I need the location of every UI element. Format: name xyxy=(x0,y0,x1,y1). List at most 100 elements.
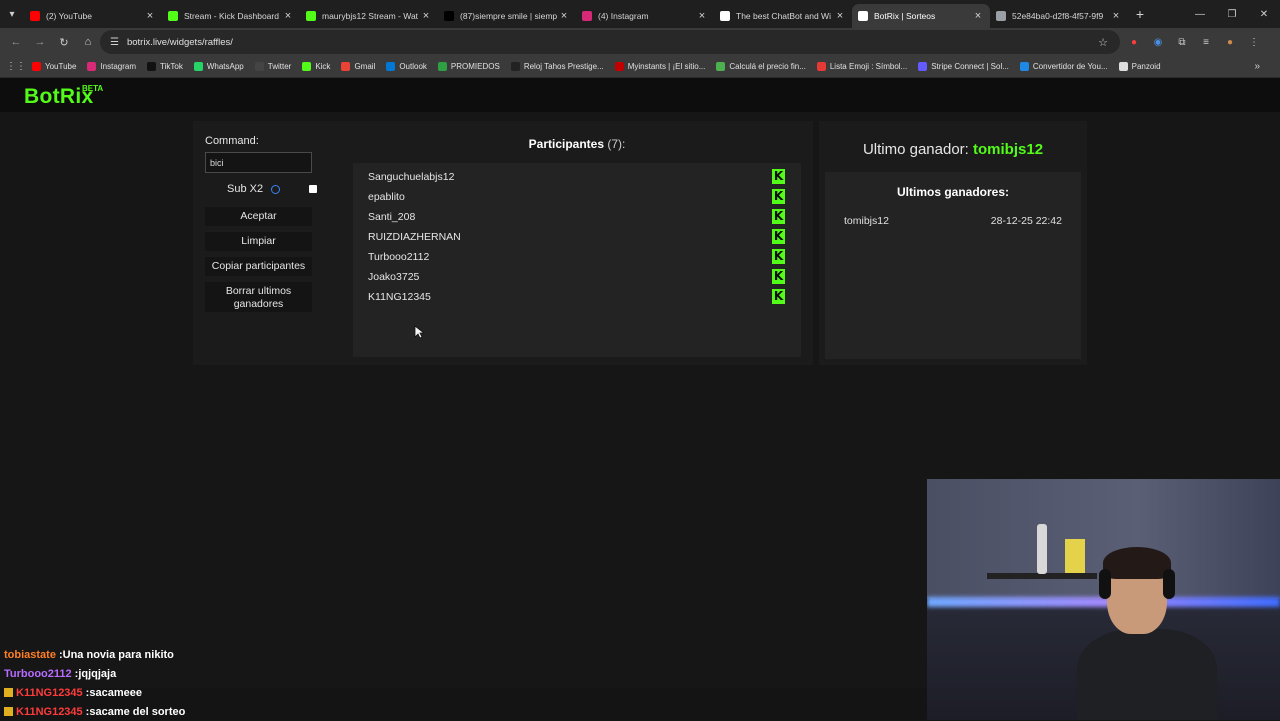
chat-username: K11NG12345 xyxy=(16,705,83,718)
browser-menu-icon[interactable]: ⋮ xyxy=(1246,34,1262,50)
bookmark-favicon-icon xyxy=(147,62,157,71)
bookmark-item[interactable]: Lista Emoji : Símbol... xyxy=(816,62,908,71)
bookmark-label: Twitter xyxy=(267,62,292,71)
participants-count: (7): xyxy=(607,137,626,151)
reading-list-icon[interactable]: ≡ xyxy=(1198,34,1214,50)
tab-favicon-icon xyxy=(30,11,40,21)
raffle-panel: Command: Sub X2 Aceptar Limpiar Copiar p… xyxy=(193,121,813,365)
bookmark-label: Outlook xyxy=(399,62,427,71)
bookmark-favicon-icon xyxy=(918,62,928,71)
tab-close-icon[interactable]: × xyxy=(282,10,294,22)
bookmark-label: Lista Emoji : Símbol... xyxy=(829,62,908,71)
browser-tab[interactable]: (4) Instagram × xyxy=(576,4,714,28)
chat-message: Turbooo2112: jqjqjaja xyxy=(0,664,280,683)
tab-search-icon[interactable]: ▾ xyxy=(0,0,24,28)
address-bar[interactable]: ☰ botrix.live/widgets/raffles/ ☆ xyxy=(100,30,1120,54)
tab-close-icon[interactable]: × xyxy=(696,10,708,22)
browser-tab[interactable]: (87)siempre smile | siemp × xyxy=(438,4,576,28)
minimize-icon[interactable]: — xyxy=(1184,0,1216,28)
bookmark-item[interactable]: Panzoid xyxy=(1118,62,1161,71)
chat-text: sacameee xyxy=(89,686,142,699)
bookmark-item[interactable]: YouTube xyxy=(32,62,76,71)
delete-winners-button[interactable]: Borrar ultimos ganadores xyxy=(205,282,312,312)
tab-close-icon[interactable]: × xyxy=(420,10,432,22)
bookmark-item[interactable]: Twitter xyxy=(254,62,292,71)
tab-close-icon[interactable]: × xyxy=(1110,10,1122,22)
restore-icon[interactable]: ❐ xyxy=(1216,0,1248,28)
profile-avatar-icon[interactable]: ● xyxy=(1222,34,1238,50)
bookmark-favicon-icon xyxy=(254,62,264,71)
tab-favicon-icon xyxy=(996,11,1006,21)
participant-row: Santi_208 K xyxy=(353,208,801,228)
browser-tab[interactable]: maurybjs12 Stream - Wat × xyxy=(300,4,438,28)
sub-x2-checkbox[interactable] xyxy=(309,185,317,193)
close-window-icon[interactable]: ✕ xyxy=(1248,0,1280,28)
copy-participants-button[interactable]: Copiar participantes xyxy=(205,257,312,276)
command-label: Command: xyxy=(205,135,259,147)
new-tab-button[interactable]: + xyxy=(1128,6,1152,22)
webcam-headset-right xyxy=(1163,569,1175,599)
browser-tab[interactable]: BotRix | Sorteos × xyxy=(852,4,990,28)
bookmark-item[interactable]: Convertidor de You... xyxy=(1019,62,1108,71)
bookmark-favicon-icon xyxy=(32,62,41,71)
bookmark-item[interactable]: Calculá el precio fin... xyxy=(716,62,806,71)
browser-tab[interactable]: Stream - Kick Dashboard × xyxy=(162,4,300,28)
browser-toolbar: ← → ↻ ⌂ ☰ botrix.live/widgets/raffles/ ☆… xyxy=(0,28,1280,56)
bookmark-item[interactable]: Instagram xyxy=(87,62,136,71)
bookmark-favicon-icon xyxy=(510,62,520,71)
tab-favicon-icon xyxy=(168,11,178,21)
bookmark-label: Kick xyxy=(315,62,331,71)
bookmark-label: TikTok xyxy=(160,62,183,71)
bookmark-favicon-icon xyxy=(614,62,624,71)
winner-name: tomibjs12 xyxy=(844,215,889,227)
command-input[interactable] xyxy=(205,152,312,173)
chat-message: K11NG12345: sacame del sorteo xyxy=(0,702,280,721)
bookmark-item[interactable]: WhatsApp xyxy=(193,62,244,71)
bookmark-item[interactable]: Kick xyxy=(302,62,330,71)
tab-close-icon[interactable]: × xyxy=(144,10,156,22)
winners-panel: Ultimo ganador: tomibjs12 Ultimos ganado… xyxy=(819,121,1087,365)
extensions-puzzle-icon[interactable]: ⧉ xyxy=(1174,34,1190,50)
tab-favicon-icon xyxy=(582,11,592,21)
bookmark-item[interactable]: Outlook xyxy=(386,62,427,71)
bookmark-favicon-icon xyxy=(193,62,203,71)
tab-close-icon[interactable]: × xyxy=(834,10,846,22)
tab-title: (4) Instagram xyxy=(598,11,649,21)
bookmark-favicon-icon xyxy=(386,62,396,71)
apps-grid-icon[interactable]: ⋮⋮ xyxy=(6,61,26,72)
participant-name: Sanguchuelabjs12 xyxy=(368,171,455,183)
bookmark-item[interactable]: PROMIEDOS xyxy=(437,62,500,71)
extension-red-icon[interactable]: ● xyxy=(1126,34,1142,50)
browser-tab[interactable]: The best ChatBot and Wi × xyxy=(714,4,852,28)
browser-tab[interactable]: (2) YouTube × xyxy=(24,4,162,28)
info-icon[interactable] xyxy=(271,185,280,194)
back-icon[interactable]: ← xyxy=(4,30,28,54)
tab-close-icon[interactable]: × xyxy=(972,10,984,22)
chat-badge-icon xyxy=(4,707,13,716)
bookmark-item[interactable]: Gmail xyxy=(341,62,375,71)
clear-button[interactable]: Limpiar xyxy=(205,232,312,251)
accept-button[interactable]: Aceptar xyxy=(205,207,312,226)
browser-tab[interactable]: 52e84ba0-d2f8-4f57-9f9 × xyxy=(990,4,1128,28)
last-winner: Ultimo ganador: tomibjs12 xyxy=(819,141,1087,158)
home-icon[interactable]: ⌂ xyxy=(76,30,100,54)
reload-icon[interactable]: ↻ xyxy=(52,30,76,54)
participants-section: Participantes (7): Sanguchuelabjs12 Kepab… xyxy=(353,137,801,357)
bookmark-item[interactable]: Myinstants | ¡El sitio... xyxy=(614,62,705,71)
extension-blue-icon[interactable]: ◉ xyxy=(1150,34,1166,50)
participant-name: K11NG12345 xyxy=(368,291,431,303)
tab-favicon-icon xyxy=(444,11,454,21)
sub-x2-row: Sub X2 xyxy=(205,181,325,201)
site-info-icon[interactable]: ☰ xyxy=(110,37,119,48)
bookmark-item[interactable]: Reloj Tahos Prestige... xyxy=(510,62,604,71)
more-bookmarks-icon[interactable]: » xyxy=(1254,61,1260,72)
tab-close-icon[interactable]: × xyxy=(558,10,570,22)
chat-text: Una novia para nikito xyxy=(62,648,174,661)
bookmark-item[interactable]: TikTok xyxy=(147,62,183,71)
window-controls: — ❐ ✕ xyxy=(1184,0,1280,28)
chat-message: K11NG12345: sacameee xyxy=(0,683,280,702)
bookmark-star-icon[interactable]: ☆ xyxy=(1098,36,1108,49)
bookmark-item[interactable]: Stripe Connect | Sol... xyxy=(918,62,1009,71)
last-winner-name: tomibjs12 xyxy=(973,141,1044,158)
forward-icon[interactable]: → xyxy=(28,30,52,54)
